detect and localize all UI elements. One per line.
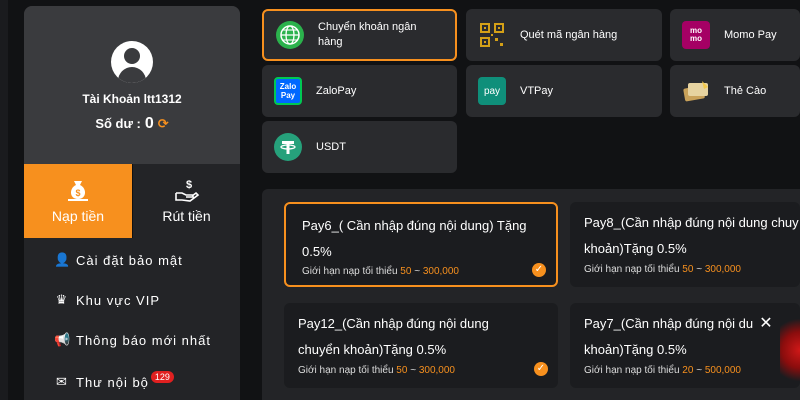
- tether-logo-icon: [274, 133, 302, 161]
- method-zalopay[interactable]: Zalo Pay ZaloPay: [262, 65, 457, 117]
- balance-row: Số dư :0 ⟳: [24, 115, 240, 133]
- method-usdt[interactable]: USDT: [262, 121, 457, 173]
- method-bank-transfer[interactable]: Chuyển khoản ngân hàng: [262, 9, 457, 61]
- method-momo-pay-label: Momo Pay: [724, 28, 777, 41]
- avatar-icon: [111, 41, 153, 83]
- method-bank-transfer-label: Chuyển khoản ngân hàng: [318, 21, 417, 48]
- user-gear-icon: 👤: [54, 252, 72, 267]
- method-usdt-label: USDT: [316, 140, 346, 153]
- check-icon: ✓: [534, 362, 548, 376]
- megaphone-icon: 📢: [54, 332, 72, 347]
- momo-logo-icon: mo mo: [682, 21, 710, 49]
- tab-deposit[interactable]: $ Nạp tiền: [24, 164, 132, 238]
- tab-deposit-label: Nạp tiền: [51, 208, 105, 224]
- left-edge-panel: [0, 0, 8, 400]
- menu-vip-area[interactable]: ♛ Khu vực VIP: [54, 288, 160, 312]
- balance-value: 0: [144, 115, 154, 132]
- globe-icon: [276, 21, 304, 49]
- tab-withdraw-label: Rút tiền: [162, 208, 211, 224]
- channel-card-pay12[interactable]: Pay12_(Cần nhập đúng nội dung chuyển khoả…: [284, 303, 558, 388]
- zalopay-logo-icon: Zalo Pay: [274, 77, 302, 105]
- menu-notices-label: Thông báo mới nhất: [76, 332, 211, 348]
- menu-security-settings[interactable]: 👤 Cài đặt bảo mật: [54, 248, 183, 272]
- menu-security-label: Cài đặt bảo mật: [76, 252, 183, 268]
- channel-title: Pay12_(Cần nhập đúng nội dung chuyển khoả…: [298, 316, 489, 357]
- method-momo-pay[interactable]: mo mo Momo Pay: [670, 9, 800, 61]
- method-qr-scan[interactable]: Quét mã ngân hàng: [466, 9, 662, 61]
- qr-code-icon: [478, 21, 506, 49]
- menu-inbox[interactable]: ✉ Thư nội bộ 129: [54, 370, 174, 394]
- inbox-count-badge: 129: [150, 371, 174, 383]
- channel-limit: Giới hạn nạp tối thiểu 50 ~ 300,000: [298, 365, 455, 376]
- account-sidebar: Tài Khoản ltt1312 Số dư :0 ⟳ $ Nạp tiền $…: [24, 6, 240, 400]
- withdraw-hand-icon: $: [174, 179, 199, 202]
- method-scratch-card-label: Thẻ Cào: [724, 84, 767, 97]
- channel-card-pay6[interactable]: Pay6_( Cần nhập đúng nội dung) Tặng 0.5% …: [284, 202, 558, 287]
- channel-title: Pay6_( Cần nhập đúng nội dung) Tặng 0.5%: [302, 218, 527, 259]
- account-name: Tài Khoản ltt1312: [82, 92, 182, 106]
- tab-withdraw[interactable]: $ Rút tiền: [132, 164, 240, 238]
- vtpay-logo-icon: pay: [478, 77, 506, 105]
- svg-text:$: $: [75, 188, 80, 198]
- channel-limit: Giới hạn nạp tối thiểu 50 ~ 300,000: [302, 266, 459, 277]
- svg-text:$: $: [185, 179, 191, 191]
- method-vtpay-label: VTPay: [520, 84, 554, 97]
- profile-panel: Tài Khoản ltt1312 Số dư :0 ⟳: [24, 6, 240, 164]
- method-vtpay[interactable]: pay VTPay: [466, 65, 662, 117]
- menu-latest-notices[interactable]: 📢 Thông báo mới nhất: [54, 328, 211, 352]
- money-bag-icon: $: [68, 181, 88, 201]
- scratch-card-icon: [682, 77, 710, 105]
- menu-inbox-label: Thư nội bộ: [76, 374, 149, 390]
- refresh-icon[interactable]: ⟳: [158, 116, 169, 131]
- promo-image-edge: [780, 310, 800, 390]
- menu-vip-label: Khu vực VIP: [76, 292, 161, 308]
- check-icon: ✓: [532, 263, 546, 277]
- crown-icon: ♛: [55, 292, 69, 307]
- balance-label: Số dư :: [95, 116, 141, 131]
- envelope-icon: ✉: [56, 374, 68, 389]
- channel-card-pay8[interactable]: Pay8_(Cần nhập đúng nội dung chuy khoản)T…: [570, 202, 800, 287]
- close-icon[interactable]: ✕: [758, 316, 774, 332]
- method-qr-scan-label: Quét mã ngân hàng: [520, 28, 618, 41]
- channel-title: Pay8_(Cần nhập đúng nội dung chuy khoản)T…: [584, 215, 799, 256]
- channel-limit: Giới hạn nạp tối thiểu 50 ~ 300,000: [584, 264, 741, 275]
- method-zalopay-label: ZaloPay: [316, 84, 357, 97]
- method-scratch-card[interactable]: Thẻ Cào: [670, 65, 800, 117]
- channel-limit: Giới hạn nạp tối thiểu 20 ~ 500,000: [584, 365, 741, 376]
